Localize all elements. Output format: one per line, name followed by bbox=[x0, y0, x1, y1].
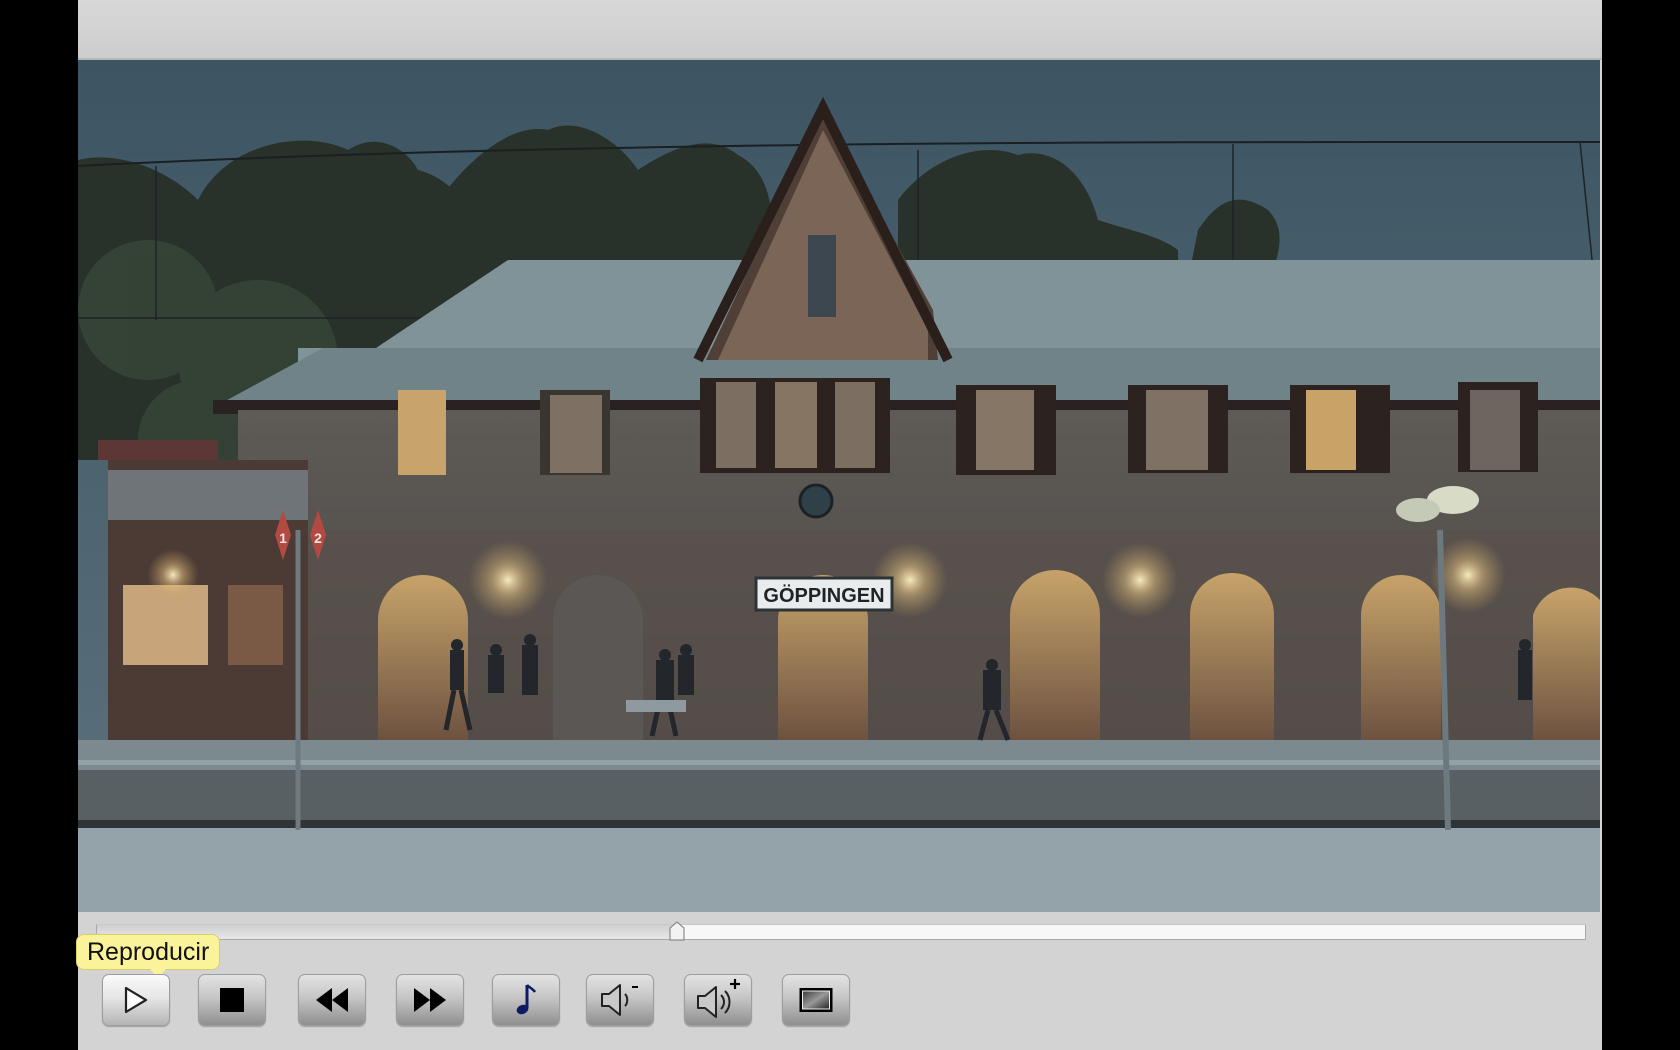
seek-bar[interactable] bbox=[96, 924, 1586, 940]
fast-forward-icon bbox=[414, 988, 446, 1012]
video-frame[interactable]: GÖPPINGEN 1 2 bbox=[78, 60, 1600, 912]
volume-down-icon bbox=[601, 984, 638, 1016]
rewind-icon bbox=[316, 988, 348, 1012]
play-tooltip: Reproducir bbox=[76, 934, 221, 970]
seek-area: Reproducir bbox=[76, 912, 1602, 1050]
rewind-button[interactable] bbox=[298, 974, 366, 1026]
station-sign: GÖPPINGEN bbox=[763, 584, 884, 607]
volume-up-button[interactable] bbox=[684, 974, 752, 1026]
title-bar[interactable] bbox=[78, 0, 1602, 60]
seek-thumb[interactable] bbox=[669, 921, 685, 941]
play-icon bbox=[124, 986, 148, 1014]
fullscreen-button[interactable] bbox=[782, 974, 850, 1026]
stop-button[interactable] bbox=[198, 974, 266, 1026]
play-button[interactable] bbox=[102, 974, 170, 1026]
fullscreen-icon bbox=[799, 988, 833, 1012]
media-player-window: GÖPPINGEN 1 2 Reproducir bbox=[76, 0, 1602, 1050]
stop-icon bbox=[220, 988, 244, 1012]
platform-sign-1: 1 bbox=[279, 530, 287, 546]
volume-up-icon bbox=[697, 979, 740, 1018]
fast-forward-button[interactable] bbox=[396, 974, 464, 1026]
volume-down-button[interactable] bbox=[586, 974, 654, 1026]
music-note-icon bbox=[516, 984, 537, 1015]
audio-track-button[interactable] bbox=[492, 974, 560, 1026]
platform-sign-2: 2 bbox=[314, 530, 322, 546]
video-scene: GÖPPINGEN 1 2 bbox=[78, 60, 1600, 912]
